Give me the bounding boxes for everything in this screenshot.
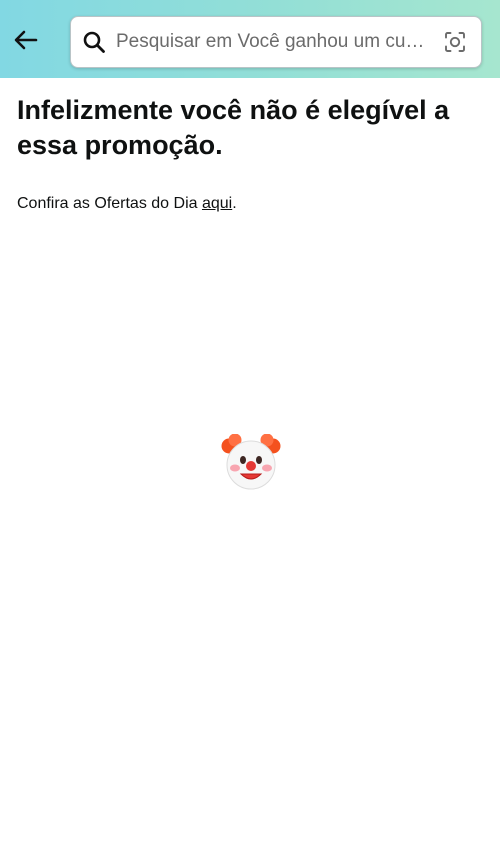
offers-link[interactable]: aqui — [202, 195, 232, 212]
offers-suffix: . — [232, 195, 237, 212]
offers-prefix: Confira as Ofertas do Dia — [17, 195, 202, 212]
clown-face-icon — [221, 434, 281, 490]
back-button[interactable] — [8, 22, 44, 58]
search-icon — [83, 31, 105, 53]
arrow-left-icon — [14, 30, 38, 50]
search-box[interactable] — [70, 16, 482, 68]
offers-message: Confira as Ofertas do Dia aqui. — [17, 194, 483, 214]
main-content: Infelizmente você não é elegível a essa … — [17, 93, 483, 214]
camera-icon[interactable] — [443, 30, 467, 54]
ineligible-headline: Infelizmente você não é elegível a essa … — [17, 95, 450, 160]
top-bar — [0, 0, 500, 78]
search-input[interactable] — [116, 17, 434, 67]
